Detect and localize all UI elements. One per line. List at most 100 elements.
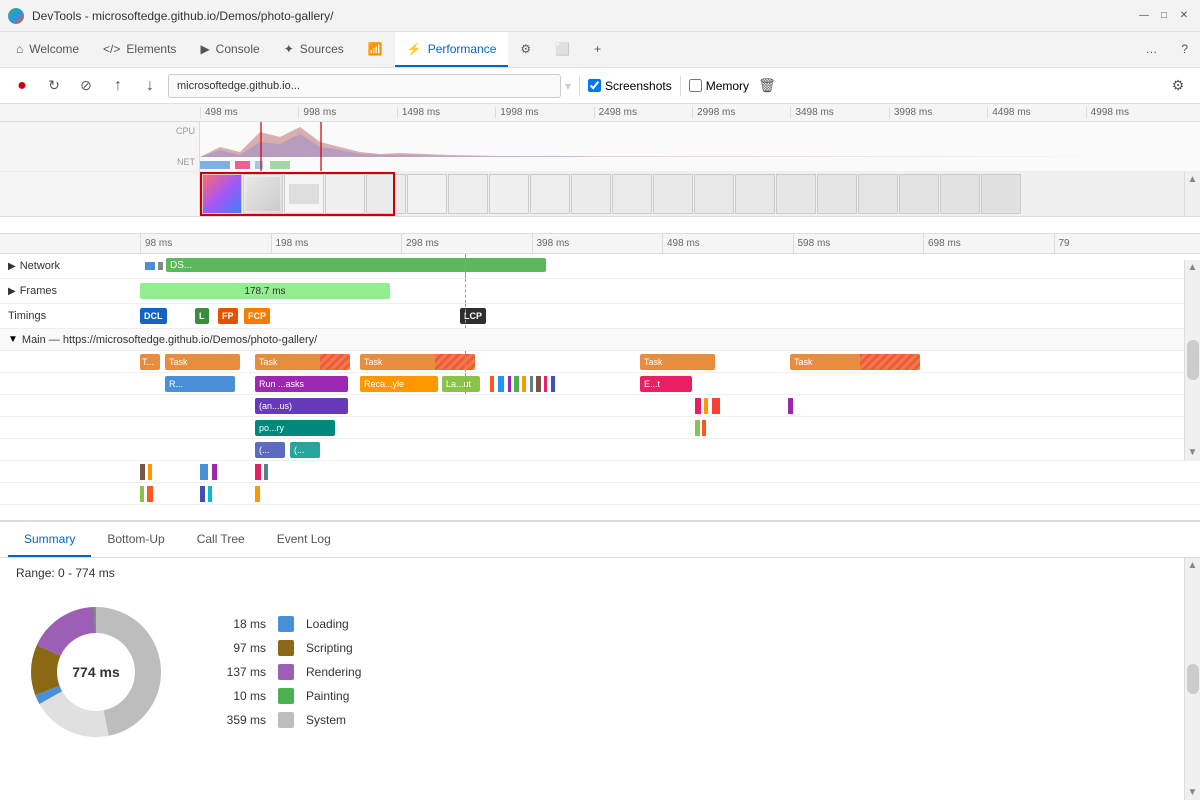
scrollbar-right-overview[interactable]: ▲ [1184, 172, 1200, 216]
thumb-9[interactable] [571, 174, 611, 214]
url-input[interactable] [168, 74, 561, 98]
thumb-15[interactable] [817, 174, 857, 214]
memory-checkbox[interactable] [689, 79, 702, 92]
bottom-scroll-up-icon[interactable]: ▲ [1188, 560, 1198, 571]
rendering-color [278, 664, 294, 680]
thumb-17[interactable] [899, 174, 939, 214]
ruler-mark-8: 4498 ms [987, 107, 1085, 118]
tab-help[interactable]: ? [1169, 32, 1200, 67]
task-t[interactable]: T... [140, 354, 160, 370]
sub-anon-us[interactable]: (an...us) [255, 398, 348, 414]
thumb-19[interactable] [981, 174, 1021, 214]
main-thread-expand-icon[interactable]: ▼ [8, 334, 18, 345]
task-3-long[interactable]: Task [360, 354, 475, 370]
settings-button[interactable]: ⚙ [1164, 72, 1192, 100]
sub-anon2[interactable]: (... [290, 442, 320, 458]
scripting-value: 97 ms [216, 641, 266, 655]
tab-sources[interactable]: ✦ Sources [272, 32, 356, 67]
sub-small-0 [490, 376, 494, 392]
tab-display-icon[interactable]: ⬜ [543, 32, 582, 67]
thumb-12[interactable] [694, 174, 734, 214]
thumb-7[interactable] [489, 174, 529, 214]
tab-summary[interactable]: Summary [8, 522, 91, 557]
minimize-button[interactable]: — [1136, 8, 1152, 24]
bottom-scroll-down-icon[interactable]: ▼ [1188, 787, 1198, 798]
timeline-scrollbar[interactable]: ▲ ▼ [1184, 260, 1200, 460]
thumb-0[interactable] [202, 174, 242, 214]
tab-welcome[interactable]: ⌂ Welcome [4, 32, 91, 67]
timeline-marker [465, 254, 466, 278]
thumb-10[interactable] [612, 174, 652, 214]
tab-summary-label: Summary [24, 532, 75, 546]
clear-button[interactable]: ⊘ [72, 72, 100, 100]
timings-label: Timings [8, 310, 46, 322]
ruler-mark-6: 3498 ms [790, 107, 888, 118]
sub-run[interactable]: Run ...asks [255, 376, 348, 392]
record-button[interactable]: ● [8, 72, 36, 100]
painting-color [278, 688, 294, 704]
scripting-label: Scripting [306, 641, 353, 655]
thumb-16[interactable] [858, 174, 898, 214]
sub-small-8 [551, 376, 555, 392]
trash-button[interactable]: 🗑 [753, 72, 781, 100]
task-5[interactable]: Task [640, 354, 715, 370]
gear-icon: ⚙ [520, 42, 531, 56]
thumb-3[interactable] [325, 174, 365, 214]
thumb-1[interactable] [243, 174, 283, 214]
thumb-8[interactable] [530, 174, 570, 214]
sub-recalc[interactable]: Reca...yle [360, 376, 438, 392]
thumb-13[interactable] [735, 174, 775, 214]
sub-r[interactable]: R... [165, 376, 235, 392]
task-2-long[interactable]: Task [255, 354, 350, 370]
main-thread-label: Main — https://microsoftedge.github.io/D… [22, 334, 317, 346]
thumb-11[interactable] [653, 174, 693, 214]
tab-performance[interactable]: ⚡ Performance [395, 32, 509, 67]
export-button[interactable]: ↓ [136, 72, 164, 100]
thumb-2[interactable] [284, 174, 324, 214]
legend-row-system: 359 ms System [216, 712, 361, 728]
maximize-button[interactable]: □ [1156, 8, 1172, 24]
close-button[interactable]: ✕ [1176, 8, 1192, 24]
sub-pory[interactable]: po...ry [255, 420, 335, 436]
bottom-scrollbar[interactable]: ▲ ▼ [1184, 558, 1200, 800]
legend-row-painting: 10 ms Painting [216, 688, 361, 704]
import-button[interactable]: ↑ [104, 72, 132, 100]
scroll-thumb[interactable] [1187, 340, 1199, 380]
tab-bottom-up[interactable]: Bottom-Up [91, 522, 180, 557]
thumb-4[interactable] [366, 174, 406, 214]
cpu-label: CPU [176, 126, 195, 136]
cpu-graph [200, 122, 1180, 157]
sub-small-6 [536, 376, 541, 392]
thumb-6[interactable] [448, 174, 488, 214]
screenshots-checkbox[interactable] [588, 79, 601, 92]
task-1[interactable]: Task [165, 354, 240, 370]
thumb-5[interactable] [407, 174, 447, 214]
thumb-18[interactable] [940, 174, 980, 214]
tab-console[interactable]: ▶ Console [188, 32, 271, 67]
row3-small-0 [695, 420, 700, 436]
tab-elements[interactable]: </> Elements [91, 32, 188, 67]
task-6-long[interactable]: Task [790, 354, 920, 370]
network-expand-icon[interactable]: ▶ [8, 261, 16, 272]
tab-network-icon[interactable]: 📶 [356, 32, 395, 67]
bottom-scroll-thumb[interactable] [1187, 664, 1199, 694]
tab-add[interactable]: + [582, 32, 613, 67]
net-bar-1 [158, 262, 163, 270]
frames-expand-icon[interactable]: ▶ [8, 286, 16, 297]
thumb-14[interactable] [776, 174, 816, 214]
refresh-button[interactable]: ↻ [40, 72, 68, 100]
sub-layout[interactable]: La...ut [442, 376, 480, 392]
main-row1-marker [465, 373, 466, 394]
sub-anon1[interactable]: (... [255, 442, 285, 458]
devtools-tab-bar: ⌂ Welcome </> Elements ▶ Console ✦ Sourc… [0, 32, 1200, 68]
tab-more[interactable]: … [1133, 32, 1169, 67]
scroll-up-icon[interactable]: ▲ [1188, 262, 1198, 273]
tab-settings-icon[interactable]: ⚙ [508, 32, 543, 67]
summary-content: Range: 0 - 774 ms [0, 558, 1184, 800]
tab-call-tree[interactable]: Call Tree [181, 522, 261, 557]
help-icon: ? [1181, 42, 1188, 56]
scroll-down-icon[interactable]: ▼ [1188, 447, 1198, 458]
sub-event[interactable]: E...t [640, 376, 692, 392]
detail-ruler-marks: 98 ms 198 ms 298 ms 398 ms 498 ms 598 ms… [140, 234, 1184, 254]
tab-event-log[interactable]: Event Log [261, 522, 347, 557]
